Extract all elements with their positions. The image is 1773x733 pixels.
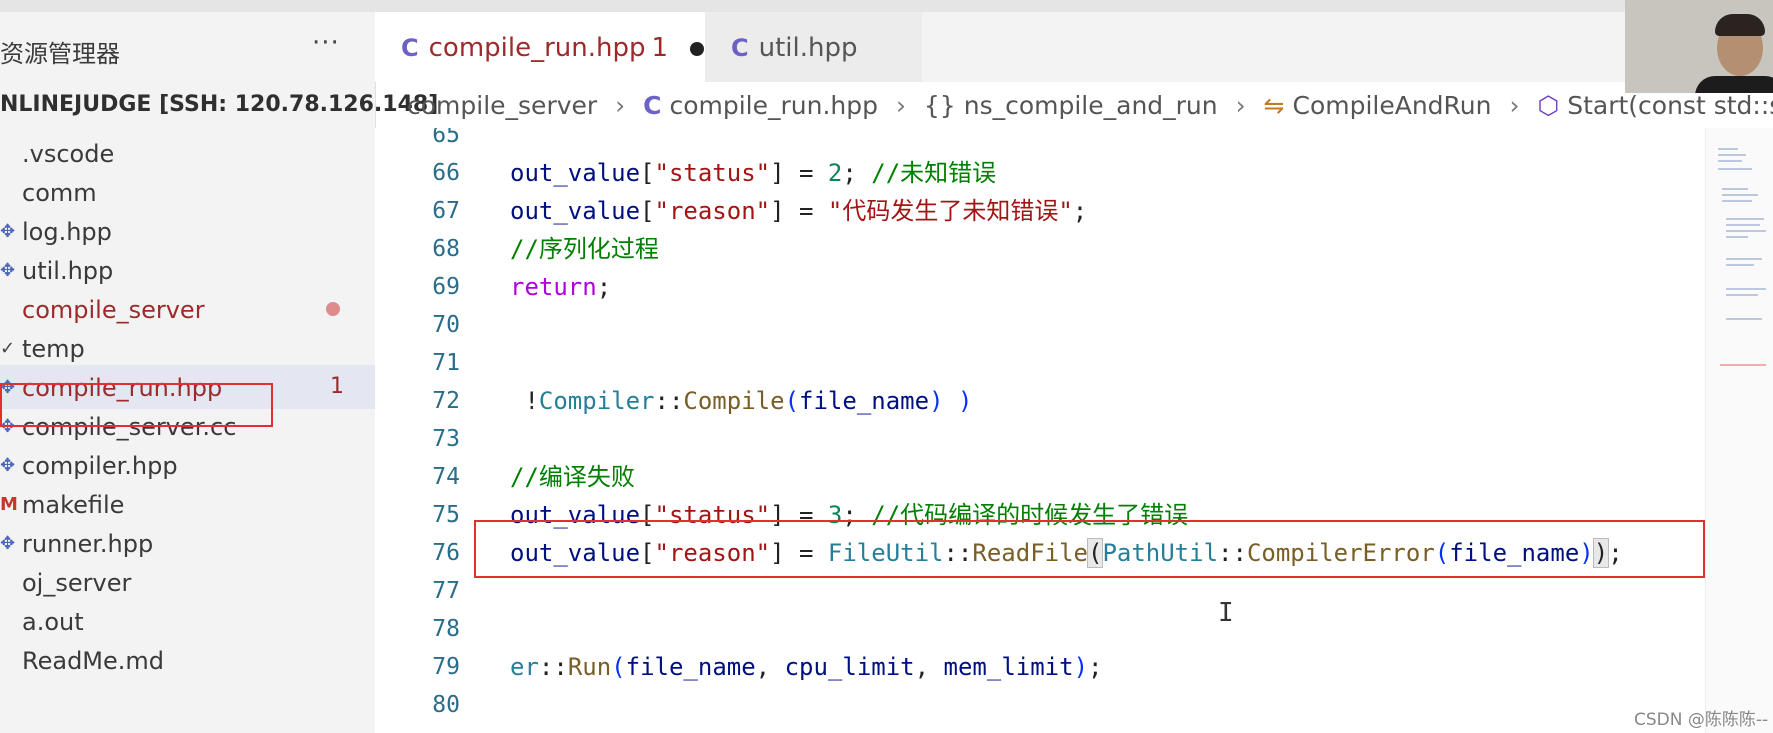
text-cursor-icon: I: [1218, 598, 1234, 628]
class-icon: ⇋: [1263, 91, 1285, 120]
minimap[interactable]: [1705, 128, 1773, 733]
unsaved-dot-icon[interactable]: [690, 41, 705, 56]
chevron-right-icon: ›: [1235, 91, 1246, 120]
chevron-right-icon: ›: [615, 91, 626, 120]
code-line: 79 er::Run(file_name, cpu_limit, mem_limi…: [432, 653, 1103, 681]
breadcrumb-folder[interactable]: compile_server: [407, 91, 597, 120]
tab-util-hpp[interactable]: Cutil.hpp: [705, 12, 922, 82]
breadcrumb-class[interactable]: CompileAndRun: [1292, 91, 1491, 120]
code-highlight-box: [474, 520, 1705, 578]
code-line: 65: [432, 128, 460, 148]
tree-item-readme[interactable]: ReadMe.md: [0, 638, 375, 682]
code-line: 80: [432, 692, 460, 718]
code-line: 72 !Compiler::Compile(file_name) ): [432, 387, 973, 415]
breadcrumb-file[interactable]: compile_run.hpp: [669, 91, 878, 120]
tree-item-oj-server[interactable]: oj_server: [0, 560, 375, 604]
sidebar-highlight-box: [0, 383, 273, 427]
workspace-root-folder[interactable]: NLINEJUDGE [SSH: 120.78.126.148]: [0, 92, 438, 117]
webcam-overlay: [1625, 0, 1773, 93]
tree-item-log-hpp[interactable]: ✥ log.hpp: [0, 209, 375, 253]
code-line: 78: [432, 616, 460, 642]
cpp-file-icon: C: [401, 34, 419, 62]
code-line: 71: [432, 350, 460, 376]
modified-dot-icon: [326, 302, 340, 316]
tree-item-temp[interactable]: ✓ temp: [0, 326, 375, 370]
method-cube-icon: ⬡: [1537, 91, 1560, 120]
cpp-file-icon: C: [731, 34, 749, 62]
code-line: 66 out_value["status"] = 2; //未知错误: [432, 159, 997, 187]
tree-item-runner-hpp[interactable]: ✥ runner.hpp: [0, 521, 375, 565]
tree-item-makefile[interactable]: Mmakefile: [0, 482, 375, 526]
breadcrumb-method[interactable]: Start(const std::string &, st: [1567, 91, 1773, 120]
chevron-right-icon: ›: [895, 91, 906, 120]
tree-item-util-hpp[interactable]: ✥ util.hpp: [0, 248, 375, 292]
code-line: 67 out_value["reason"] = "代码发生了未知错误";: [432, 197, 1088, 225]
more-actions-icon[interactable]: ···: [312, 28, 340, 58]
tree-item-a-out[interactable]: a.out: [0, 599, 375, 643]
tab-compile-run-hpp[interactable]: Ccompile_run.hpp 1: [375, 12, 705, 82]
tree-item-comm[interactable]: comm: [0, 170, 375, 214]
explorer-title: 资源管理器: [0, 40, 120, 68]
code-line: 73: [432, 426, 460, 452]
namespace-icon: {}: [923, 91, 956, 120]
explorer-sidebar: 资源管理器 ··· NLINEJUDGE [SSH: 120.78.126.14…: [0, 12, 438, 733]
code-line: 69 return;: [432, 273, 612, 301]
tree-item-compiler-hpp[interactable]: ✥ compiler.hpp: [0, 443, 375, 487]
breadcrumb: compile_server › Ccompile_run.hpp › {} ns…: [375, 82, 1773, 128]
editor-tab-bar: Ccompile_run.hpp 1 Cutil.hpp: [375, 12, 1773, 82]
tree-item-compile-server[interactable]: compile_server: [0, 287, 375, 331]
error-count-badge: 1: [330, 374, 344, 399]
chevron-right-icon: ›: [1509, 91, 1520, 120]
tree-item-vscode[interactable]: .vscode: [0, 131, 375, 175]
cpp-file-icon: C: [643, 91, 662, 120]
watermark: CSDN @陈陈陈--: [1634, 710, 1769, 730]
code-line: 74//编译失败: [432, 463, 635, 491]
code-line: 70: [432, 312, 460, 338]
window-top-bar: [0, 0, 1773, 12]
code-editor[interactable]: 65 66 out_value["status"] = 2; //未知错误 67 o…: [375, 128, 1705, 733]
code-line: 68//序列化过程: [432, 235, 659, 263]
breadcrumb-namespace[interactable]: ns_compile_and_run: [964, 91, 1218, 120]
